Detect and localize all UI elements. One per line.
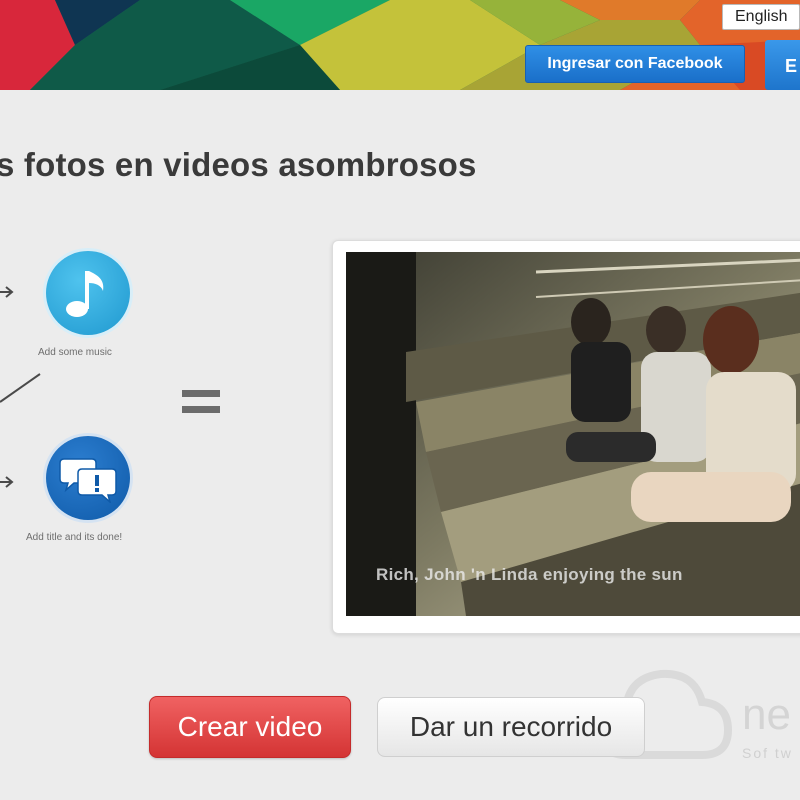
brand-tagline: Sof tw: [742, 745, 793, 761]
page-title: s fotos en videos asombrosos: [0, 146, 477, 183]
chat-bubbles-icon: [59, 458, 117, 503]
brand-name: ne: [742, 690, 791, 739]
take-tour-button[interactable]: Dar un recorrido: [377, 697, 645, 757]
step-label-title: Add title and its done!: [26, 532, 123, 543]
language-select[interactable]: English: [722, 4, 800, 30]
facebook-login-button[interactable]: Ingresar con Facebook: [525, 45, 745, 83]
arrow-right-icon: [0, 476, 14, 488]
step-label-music: Add some music: [38, 347, 112, 358]
signup-button[interactable]: E: [765, 40, 800, 90]
music-step-icon: [46, 251, 130, 335]
connector-line: [0, 373, 41, 403]
music-note-icon: [66, 271, 104, 317]
equals-sign: [182, 390, 222, 420]
arrow-right-icon: [0, 286, 14, 298]
video-still-image: [346, 252, 800, 616]
create-video-button[interactable]: Crear video: [149, 696, 351, 758]
title-step-icon: [46, 436, 130, 520]
video-preview[interactable]: [346, 252, 800, 616]
video-subtitle: Rich, John 'n Linda enjoying the sun: [376, 565, 683, 584]
header-banner: English Ingresar con Facebook E: [0, 0, 800, 90]
